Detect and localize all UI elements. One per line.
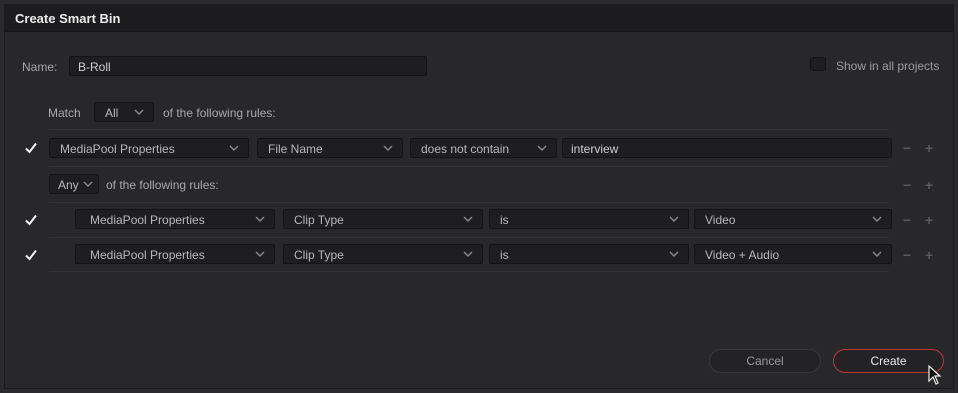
- rule1-value-input[interactable]: interview: [562, 138, 892, 158]
- match-mode-dropdown[interactable]: All: [94, 102, 154, 122]
- group-suffix-text: of the following rules:: [106, 178, 219, 192]
- separator: [49, 271, 889, 272]
- match-label: Match: [48, 106, 81, 120]
- chevron-down-icon: [871, 249, 883, 259]
- chevron-down-icon: [254, 249, 266, 259]
- rule1-operator-value: does not contain: [421, 142, 510, 156]
- group-mode-dropdown[interactable]: Any: [49, 174, 99, 194]
- rule2-field-value: Clip Type: [294, 213, 344, 227]
- rule1-add-button[interactable]: +: [925, 141, 933, 155]
- separator: [49, 129, 889, 130]
- rule1-remove-button[interactable]: −: [903, 141, 911, 155]
- rule1-checkbox[interactable]: [23, 140, 39, 156]
- rule2-checkbox[interactable]: [23, 212, 39, 228]
- rule1-value-text: interview: [571, 142, 619, 156]
- check-icon: [25, 142, 37, 154]
- match-mode-value: All: [105, 106, 119, 120]
- chevron-down-icon: [82, 179, 94, 189]
- separator: [49, 237, 889, 238]
- chevron-down-icon: [382, 143, 394, 153]
- rule2-operator-dropdown[interactable]: is: [489, 209, 689, 229]
- chevron-down-icon: [668, 214, 680, 224]
- rule1-field-value: File Name: [268, 142, 323, 156]
- separator: [49, 166, 889, 167]
- rule3-field-dropdown[interactable]: Clip Type: [283, 244, 483, 264]
- check-icon: [25, 214, 37, 226]
- rule2-remove-button[interactable]: −: [903, 213, 911, 227]
- dialog-titlebar: Create Smart Bin: [5, 5, 953, 32]
- rule2-field-dropdown[interactable]: Clip Type: [283, 209, 483, 229]
- separator: [49, 202, 889, 203]
- rule1-category-value: MediaPool Properties: [60, 142, 175, 156]
- create-smart-bin-dialog: Create Smart Bin Name: B-Roll Show in al…: [4, 4, 954, 389]
- rule3-operator-value: is: [500, 248, 509, 262]
- rule3-field-value: Clip Type: [294, 248, 344, 262]
- chevron-down-icon: [536, 143, 548, 153]
- rule2-category-dropdown[interactable]: MediaPool Properties: [75, 209, 275, 229]
- rule3-add-button[interactable]: +: [925, 248, 933, 262]
- chevron-down-icon: [228, 143, 240, 153]
- name-input-value: B-Roll: [78, 60, 111, 74]
- chevron-down-icon: [871, 214, 883, 224]
- name-input[interactable]: B-Roll: [69, 56, 427, 76]
- rule2-add-button[interactable]: +: [925, 213, 933, 227]
- group-add-button[interactable]: +: [925, 178, 933, 192]
- cancel-button[interactable]: Cancel: [709, 349, 821, 373]
- rule2-value-dropdown[interactable]: Video: [694, 209, 892, 229]
- chevron-down-icon: [462, 214, 474, 224]
- dialog-title: Create Smart Bin: [15, 11, 121, 26]
- chevron-down-icon: [254, 214, 266, 224]
- chevron-down-icon: [462, 249, 474, 259]
- rule3-category-value: MediaPool Properties: [90, 248, 205, 262]
- rule3-value-dropdown[interactable]: Video + Audio: [694, 244, 892, 264]
- group-remove-button[interactable]: −: [903, 178, 911, 192]
- rule3-checkbox[interactable]: [23, 247, 39, 263]
- rule1-field-dropdown[interactable]: File Name: [257, 138, 403, 158]
- rule3-category-dropdown[interactable]: MediaPool Properties: [75, 244, 275, 264]
- name-label: Name:: [22, 60, 58, 74]
- chevron-down-icon: [133, 107, 145, 117]
- rule1-category-dropdown[interactable]: MediaPool Properties: [49, 138, 249, 158]
- rule2-value-text: Video: [705, 213, 736, 227]
- check-icon: [25, 249, 37, 261]
- rule1-operator-dropdown[interactable]: does not contain: [410, 138, 557, 158]
- rule2-operator-value: is: [500, 213, 509, 227]
- chevron-down-icon: [668, 249, 680, 259]
- show-in-all-projects-checkbox[interactable]: [810, 57, 826, 71]
- rule3-value-text: Video + Audio: [705, 248, 780, 262]
- match-suffix-text: of the following rules:: [163, 106, 276, 120]
- mouse-pointer-icon: [928, 364, 942, 385]
- rule3-remove-button[interactable]: −: [903, 248, 911, 262]
- rule3-operator-dropdown[interactable]: is: [489, 244, 689, 264]
- rule2-category-value: MediaPool Properties: [90, 213, 205, 227]
- show-in-all-projects-label: Show in all projects: [836, 59, 940, 73]
- group-mode-value: Any: [58, 178, 79, 192]
